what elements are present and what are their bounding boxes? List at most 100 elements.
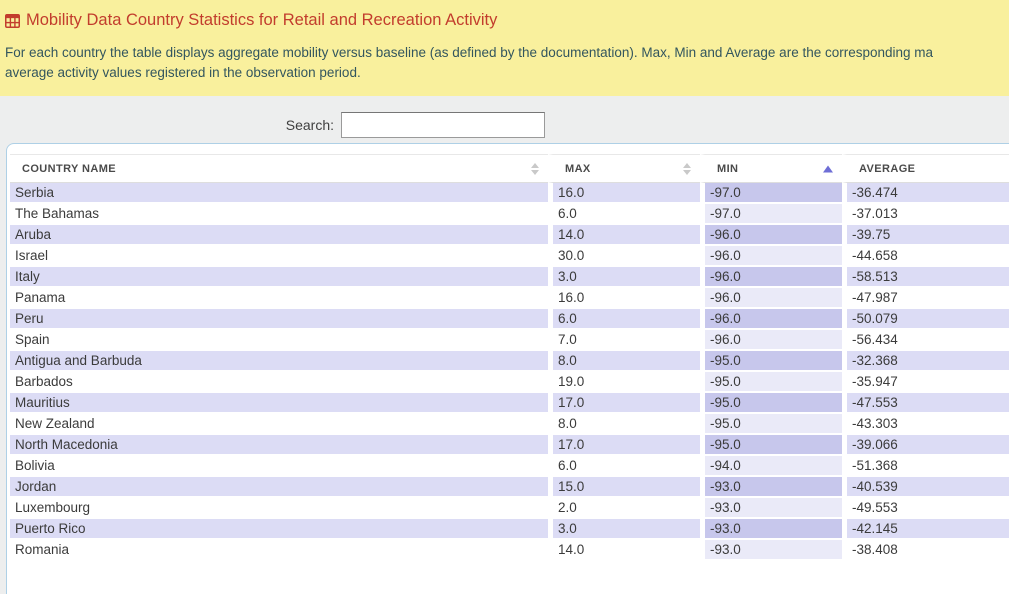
cell-min: -93.0 [700,540,842,561]
cell-max: 8.0 [548,351,700,372]
page-title: Mobility Data Country Statistics for Ret… [5,11,1009,30]
table-row: New Zealand8.0-95.0-43.303 [10,414,1009,435]
cell-max: 6.0 [548,456,700,477]
table-header-row: COUNTRY NAME MAX MIN AVERAGE [10,154,1009,183]
country-name-cell: Israel [10,246,548,267]
table-row: Antigua and Barbuda8.0-95.0-32.368 [10,351,1009,372]
cell-min: -96.0 [700,330,842,351]
cell-average: -42.145 [842,519,1009,540]
cell-min: -96.0 [700,246,842,267]
cell-average: -35.947 [842,372,1009,393]
cell-min: -93.0 [700,477,842,498]
table-row: North Macedonia17.0-95.0-39.066 [10,435,1009,456]
country-name-cell: North Macedonia [10,435,548,456]
column-label: AVERAGE [859,163,915,175]
cell-average: -39.066 [842,435,1009,456]
cell-min: -97.0 [700,204,842,225]
sort-ascending-icon [823,165,833,172]
table-row: Spain7.0-96.0-56.434 [10,330,1009,351]
cell-min: -95.0 [700,393,842,414]
cell-average: -58.513 [842,267,1009,288]
cell-max: 16.0 [548,183,700,204]
cell-average: -50.079 [842,309,1009,330]
page-title-text: Mobility Data Country Statistics for Ret… [26,11,497,30]
cell-min: -94.0 [700,456,842,477]
cell-max: 30.0 [548,246,700,267]
country-name-cell: Puerto Rico [10,519,548,540]
column-label: COUNTRY NAME [22,163,116,175]
country-name-cell: Italy [10,267,548,288]
table-row: Italy3.0-96.0-58.513 [10,267,1009,288]
column-header-average[interactable]: AVERAGE [842,154,1009,183]
cell-max: 14.0 [548,540,700,561]
table-row: Luxembourg2.0-93.0-49.553 [10,498,1009,519]
country-name-cell: Antigua and Barbuda [10,351,548,372]
cell-min: -93.0 [700,498,842,519]
cell-average: -39.75 [842,225,1009,246]
table-row: Barbados19.0-95.0-35.947 [10,372,1009,393]
table-row: The Bahamas6.0-97.0-37.013 [10,204,1009,225]
cell-min: -93.0 [700,519,842,540]
cell-average: -40.539 [842,477,1009,498]
cell-max: 6.0 [548,309,700,330]
cell-average: -47.987 [842,288,1009,309]
description-line-1: For each country the table displays aggr… [5,43,1009,63]
country-name-cell: Bolivia [10,456,548,477]
search-input[interactable] [341,112,545,138]
column-header-max[interactable]: MAX [548,154,700,183]
cell-min: -95.0 [700,414,842,435]
cell-max: 17.0 [548,393,700,414]
table-row: Aruba14.0-96.0-39.75 [10,225,1009,246]
search-label: Search: [286,117,334,133]
country-name-cell: Barbados [10,372,548,393]
country-name-cell: Jordan [10,477,548,498]
cell-max: 14.0 [548,225,700,246]
cell-average: -56.434 [842,330,1009,351]
cell-max: 15.0 [548,477,700,498]
cell-average: -49.553 [842,498,1009,519]
cell-max: 2.0 [548,498,700,519]
cell-average: -43.303 [842,414,1009,435]
table-row: Puerto Rico3.0-93.0-42.145 [10,519,1009,540]
cell-min: -97.0 [700,183,842,204]
cell-min: -95.0 [700,435,842,456]
country-name-cell: New Zealand [10,414,548,435]
column-header-min[interactable]: MIN [700,154,842,183]
country-name-cell: Spain [10,330,548,351]
table-row: Peru6.0-96.0-50.079 [10,309,1009,330]
table-row: Israel30.0-96.0-44.658 [10,246,1009,267]
cell-max: 16.0 [548,288,700,309]
table-row: Mauritius17.0-95.0-47.553 [10,393,1009,414]
cell-max: 19.0 [548,372,700,393]
cell-max: 3.0 [548,267,700,288]
cell-max: 8.0 [548,414,700,435]
cell-min: -96.0 [700,267,842,288]
cell-max: 6.0 [548,204,700,225]
table-row: Panama16.0-96.0-47.987 [10,288,1009,309]
cell-min: -96.0 [700,309,842,330]
country-name-cell: Aruba [10,225,548,246]
cell-max: 3.0 [548,519,700,540]
cell-average: -47.553 [842,393,1009,414]
description-line-2: average activity values registered in th… [5,63,1009,83]
country-name-cell: Romania [10,540,548,561]
sort-both-icon [683,163,691,175]
column-header-country-name[interactable]: COUNTRY NAME [10,154,548,183]
table-row: Serbia16.0-97.0-36.474 [10,183,1009,204]
cell-average: -32.368 [842,351,1009,372]
sort-both-icon [531,163,539,175]
cell-average: -37.013 [842,204,1009,225]
cell-min: -95.0 [700,351,842,372]
column-label: MAX [565,163,591,175]
cell-average: -44.658 [842,246,1009,267]
cell-average: -51.368 [842,456,1009,477]
country-name-cell: Serbia [10,183,548,204]
cell-average: -36.474 [842,183,1009,204]
table-body: Serbia16.0-97.0-36.474The Bahamas6.0-97.… [10,183,1009,561]
cell-max: 17.0 [548,435,700,456]
cell-min: -96.0 [700,225,842,246]
country-name-cell: Peru [10,309,548,330]
country-name-cell: Luxembourg [10,498,548,519]
cell-max: 7.0 [548,330,700,351]
column-label: MIN [717,163,738,175]
